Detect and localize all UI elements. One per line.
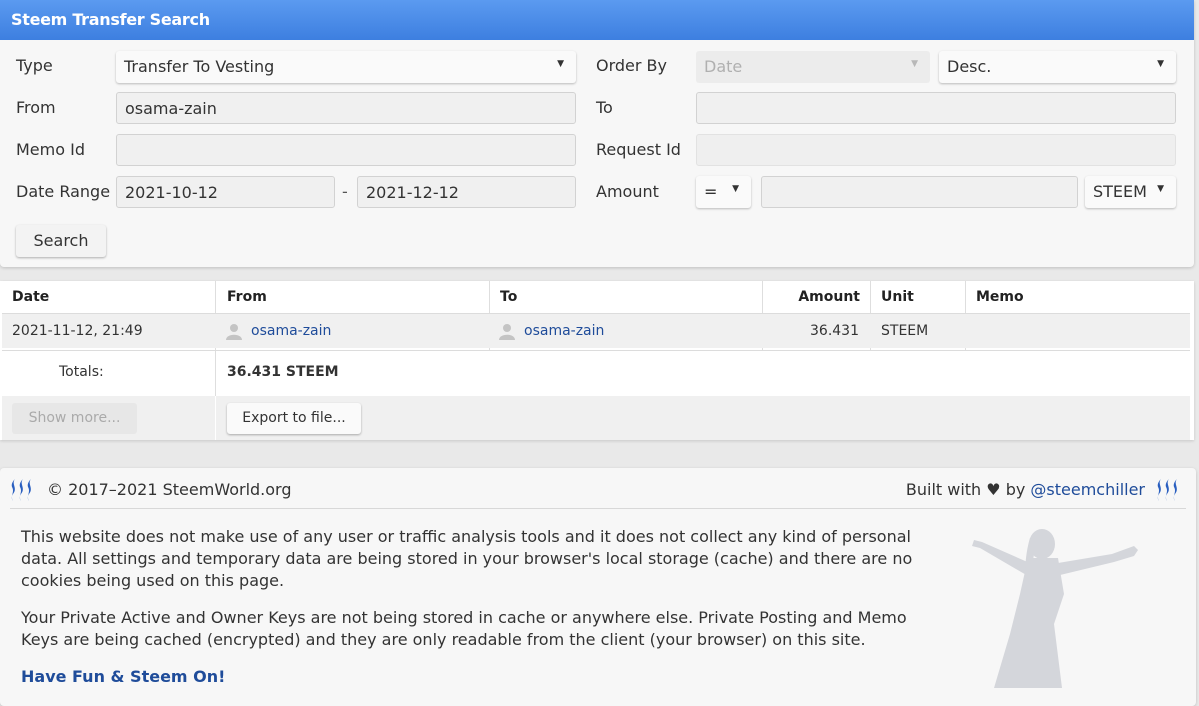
row-amount: 36.431 — [810, 323, 859, 339]
type-select-value: Transfer To Vesting — [124, 57, 275, 76]
row-divider — [2, 350, 1190, 351]
column-header-amount[interactable]: Amount — [798, 289, 860, 305]
search-panel: Steem Transfer Search Type Transfer To V… — [0, 0, 1194, 267]
memo-id-label: Memo Id — [16, 140, 85, 159]
amount-unit-value: STEEM — [1093, 182, 1147, 201]
column-divider — [215, 396, 216, 440]
column-header-memo[interactable]: Memo — [976, 289, 1024, 305]
privacy-notice: This website does not make use of any us… — [21, 527, 913, 590]
footer: © 2017–2021 SteemWorld.org Built with ♥ … — [0, 468, 1196, 706]
column-header-to[interactable]: To — [500, 289, 517, 305]
amount-label: Amount — [596, 182, 659, 201]
built-with-prefix: Built with ♥ by — [905, 480, 1026, 499]
order-direction-value: Desc. — [947, 57, 992, 76]
chevron-down-icon: ▼ — [1157, 184, 1164, 194]
search-button[interactable]: Search — [16, 225, 106, 257]
footer-divider — [10, 508, 1186, 509]
table-actions-bar — [2, 396, 1190, 440]
amount-input[interactable] — [761, 176, 1078, 208]
slogan: Have Fun & Steem On! — [21, 667, 226, 686]
date-from-input[interactable]: 2021-10-12 — [116, 176, 335, 208]
chevron-down-icon: ▼ — [911, 59, 918, 69]
type-select[interactable]: Transfer To Vesting ▼ — [116, 51, 576, 83]
order-by-label: Order By — [596, 56, 667, 75]
row-divider — [2, 313, 1190, 314]
totals-label: Totals: — [59, 364, 104, 380]
keys-notice: Your Private Active and Owner Keys are n… — [21, 608, 907, 649]
row-date: 2021-11-12, 21:49 — [12, 323, 143, 339]
column-header-from[interactable]: From — [227, 289, 267, 305]
order-by-select: Date ▼ — [696, 51, 930, 83]
row-to-link[interactable]: osama-zain — [524, 323, 604, 339]
request-id-input — [696, 134, 1176, 166]
silhouette-image — [972, 529, 1138, 688]
date-separator: - — [342, 182, 348, 201]
panel-title: Steem Transfer Search — [0, 0, 1194, 40]
show-more-button: Show more... — [12, 403, 137, 434]
amount-operator-value: = — [704, 182, 718, 201]
built-with-text: Built with ♥ by @steemchiller — [906, 479, 1145, 501]
order-direction-select[interactable]: Desc. ▼ — [939, 51, 1176, 83]
type-label: Type — [16, 56, 53, 75]
steem-logo-icon — [1157, 479, 1177, 501]
column-header-date[interactable]: Date — [12, 289, 49, 305]
request-id-label: Request Id — [596, 140, 681, 159]
chevron-down-icon: ▼ — [557, 59, 564, 69]
row-from-link[interactable]: osama-zain — [251, 323, 331, 339]
from-input[interactable]: osama-zain — [116, 92, 576, 124]
date-range-label: Date Range — [16, 182, 111, 201]
user-icon — [226, 324, 242, 340]
date-to-input[interactable]: 2021-12-12 — [357, 176, 576, 208]
chevron-down-icon: ▼ — [732, 184, 739, 194]
copyright-text: © 2017–2021 SteemWorld.org — [47, 480, 292, 499]
memo-id-input[interactable] — [116, 134, 576, 166]
amount-operator-select[interactable]: = ▼ — [696, 176, 751, 208]
amount-unit-select[interactable]: STEEM ▼ — [1085, 176, 1176, 208]
chevron-down-icon: ▼ — [1157, 59, 1164, 69]
from-label: From — [16, 98, 56, 117]
column-header-unit[interactable]: Unit — [881, 289, 914, 305]
author-link[interactable]: @steemchiller — [1030, 480, 1145, 499]
to-label: To — [596, 98, 613, 117]
totals-value: 36.431 STEEM — [227, 364, 339, 380]
to-input[interactable] — [696, 92, 1176, 124]
order-by-value: Date — [704, 57, 743, 76]
row-unit: STEEM — [881, 323, 929, 339]
results-table: Date From To Amount Unit Memo 2021-11-12… — [0, 281, 1194, 440]
steem-logo-icon — [11, 479, 31, 501]
user-icon — [499, 324, 515, 340]
export-button[interactable]: Export to file... — [227, 403, 361, 434]
